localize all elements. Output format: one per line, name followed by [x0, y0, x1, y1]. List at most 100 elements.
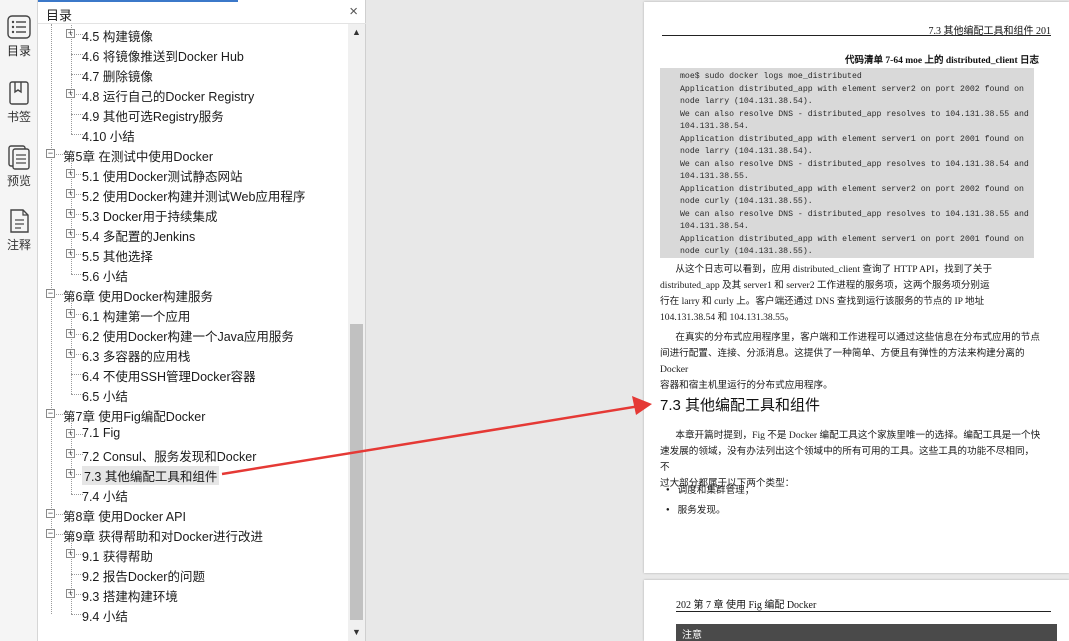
tree-line	[71, 54, 72, 74]
toc-section-item[interactable]: +7.3 其他编配工具和组件	[38, 454, 348, 485]
toc-chapter-item[interactable]: − 第5章 在测试中使用Docker	[38, 144, 348, 164]
pdf-page-201: 7.3 其他编配工具和组件 201 代码清单 7-64 moe 上的 distr…	[644, 2, 1069, 573]
scroll-down-icon[interactable]: ▼	[348, 624, 365, 641]
toc-section-item[interactable]: +5.3 Docker用于持续集成	[38, 194, 348, 224]
toc-item-label: 5.3 Docker用于持续集成	[82, 210, 218, 224]
collapse-icon[interactable]: −	[46, 149, 55, 158]
toc-item-label: 7.1 Fig	[82, 426, 121, 440]
rail-annotation-button[interactable]: 注释	[0, 204, 38, 264]
toc-section-item[interactable]: +9.3 搭建构建环境	[38, 574, 348, 604]
document-view[interactable]: 7.3 其他编配工具和组件 201 代码清单 7-64 moe 上的 distr…	[366, 0, 1069, 641]
toc-panel: 目录 × +4.5 构建镜像 4.6 将镜像推送到Docker Hub 4.7 删除…	[38, 0, 366, 641]
running-head-202: 202 第 7 章 使用 Fig 编配 Docker	[676, 596, 1051, 612]
code-caption: 代码清单 7-64 moe 上的 distributed_client 日志	[845, 56, 1039, 66]
bullet-item: 服务发现。	[666, 502, 726, 516]
toc-section-item[interactable]: 4.10 小结	[38, 114, 348, 144]
tree-line	[71, 594, 72, 614]
code-line: node curly (104.131.38.55).	[680, 197, 813, 206]
code-line: node larry (104.131.38.54).	[680, 97, 813, 106]
toc-item-label: 5.2 使用Docker构建并测试Web应用程序	[82, 190, 306, 204]
code-line: Application distributed_app with element…	[680, 134, 1024, 144]
toc-item-label: 5.5 其他选择	[82, 250, 153, 264]
close-icon[interactable]: ×	[349, 3, 358, 20]
toc-scrollbar[interactable]: ▲ ▼	[348, 24, 365, 641]
side-rail: 目录 书签 预览 注释	[0, 0, 38, 641]
toc-section-item[interactable]: +5.2 使用Docker构建并测试Web应用程序	[38, 174, 348, 204]
toc-section-item[interactable]: 5.6 小结	[38, 254, 348, 284]
code-line: node larry (104.131.38.54).	[680, 147, 813, 156]
toc-section-item[interactable]: 4.9 其他可选Registry服务	[38, 94, 348, 124]
running-head: 7.3 其他编配工具和组件 201	[662, 20, 1052, 37]
toc-section-item[interactable]: +5.1 使用Docker测试静态网站	[38, 154, 348, 184]
bullet-item: 调度和集群管理；	[666, 482, 755, 496]
code-line: 104.131.38.54.	[680, 122, 749, 131]
paragraph-line: distributed_app 及其 server1 和 server2 工作进…	[660, 280, 990, 291]
rail-toc-label: 目录	[6, 44, 31, 58]
toc-section-item[interactable]: +7.2 Consul、服务发现和Docker	[38, 434, 348, 464]
toc-item-label: 4.6 将镜像推送到Docker Hub	[82, 50, 244, 64]
code-line: We can also resolve DNS - distributed_ap…	[680, 109, 1029, 119]
toc-section-item[interactable]: 6.4 不使用SSH管理Docker容器	[38, 354, 348, 384]
rail-bookmark-button[interactable]: 书签	[0, 76, 38, 136]
toc-section-item[interactable]: +5.5 其他选择	[38, 234, 348, 264]
tree-line	[71, 374, 72, 394]
toc-header: 目录 ×	[38, 0, 366, 24]
scrollbar-thumb[interactable]	[350, 324, 363, 620]
code-listing: moe$ sudo docker logs moe_distributed App…	[660, 68, 1034, 258]
toc-section-item[interactable]: +4.8 运行自己的Docker Registry	[38, 74, 348, 104]
code-line: Application distributed_app with element…	[680, 234, 1024, 244]
toc-section-item[interactable]: +6.1 构建第一个应用	[38, 294, 348, 324]
toc-chapter-item[interactable]: − 第9章 获得帮助和对Docker进行改进	[38, 524, 348, 544]
toc-item-label: 9.4 小结	[82, 610, 128, 624]
toc-header-accent	[38, 0, 238, 2]
collapse-icon[interactable]: −	[46, 509, 55, 518]
toc-chapter-item[interactable]: − 第7章 使用Fig编配Docker	[38, 404, 348, 424]
toc-item-label: 第7章 使用Fig编配Docker	[63, 410, 206, 424]
toc-item-label: 9.1 获得帮助	[82, 550, 153, 564]
preview-pages-icon	[8, 145, 30, 170]
toc-chapter-item[interactable]: − 第6章 使用Docker构建服务	[38, 284, 348, 304]
rail-annotation-label: 注释	[6, 238, 31, 252]
code-line: 104.131.38.55.	[680, 172, 749, 181]
collapse-icon[interactable]: −	[46, 289, 55, 298]
tree-line	[71, 114, 72, 134]
toc-item-label: 5.1 使用Docker测试静态网站	[82, 170, 243, 184]
paragraph-line: 间进行配置、连接、分派消息。这提供了一种简单、方便且有弹性的方法来构建分离的 D…	[660, 348, 1025, 375]
toc-chapter-item[interactable]: − 第8章 使用Docker API	[38, 504, 348, 524]
scroll-up-icon[interactable]: ▲	[348, 24, 365, 41]
toc-item-label: 6.1 构建第一个应用	[82, 310, 191, 324]
collapse-icon[interactable]: −	[46, 409, 55, 418]
pdf-reader-window: 目录 书签 预览 注释 目录 × + 4.5 构建镜像 4.6 将镜像推送到Do…	[0, 0, 1069, 641]
toc-item-label: 4.8 运行自己的Docker Registry	[82, 90, 255, 104]
code-line: We can also resolve DNS - distributed_ap…	[680, 159, 1029, 169]
toc-section-item[interactable]: 4.6 将镜像推送到Docker Hub	[38, 34, 348, 64]
toc-section-item[interactable]: +6.2 使用Docker构建一个Java应用服务	[38, 314, 348, 344]
toc-section-item[interactable]: +5.4 多配置的Jenkins	[38, 214, 348, 244]
toc-item-label: 6.2 使用Docker构建一个Java应用服务	[82, 330, 294, 344]
toc-section-item[interactable]: 9.2 报告Docker的问题	[38, 554, 348, 584]
paragraph-line: 104.131.38.54 和 104.131.38.55。	[660, 312, 795, 323]
toc-item-label: 6.4 不使用SSH管理Docker容器	[82, 370, 256, 384]
toc-item-label: 第8章 使用Docker API	[63, 510, 186, 524]
toc-section-item[interactable]: +4.5 构建镜像	[38, 24, 348, 44]
body-paragraph-1: 从这个日志可以看到，应用 distributed_client 查询了 HTTP…	[660, 262, 1042, 326]
toc-section-item[interactable]: 9.4 小结	[38, 594, 348, 624]
section-heading: 7.3 其他编配工具和组件	[660, 397, 821, 414]
rail-preview-button[interactable]: 预览	[0, 140, 38, 200]
toc-section-item[interactable]: +7.1 Fig	[38, 414, 348, 444]
tree-line	[71, 354, 72, 374]
toc-item-label: 6.3 多容器的应用栈	[82, 350, 191, 364]
code-line: moe$ sudo docker logs moe_distributed	[680, 72, 862, 81]
toc-item-label: 第5章 在测试中使用Docker	[63, 150, 214, 164]
collapse-icon[interactable]: −	[46, 529, 55, 538]
toc-section-item[interactable]: 7.4 小结	[38, 474, 348, 504]
rail-toc-button[interactable]: 目录	[0, 10, 38, 70]
toc-item-label: 7.2 Consul、服务发现和Docker	[82, 450, 257, 464]
toc-section-item[interactable]: +9.1 获得帮助	[38, 534, 348, 564]
code-line: Application distributed_app with element…	[680, 184, 1024, 194]
toc-section-item[interactable]: 6.5 小结	[38, 374, 348, 404]
toc-section-item[interactable]: +6.3 多容器的应用栈	[38, 334, 348, 364]
annotation-icon	[10, 209, 29, 233]
toc-section-item[interactable]: 4.7 删除镜像	[38, 54, 348, 84]
running-head-text: 7.3 其他编配工具和组件 201	[928, 26, 1052, 37]
